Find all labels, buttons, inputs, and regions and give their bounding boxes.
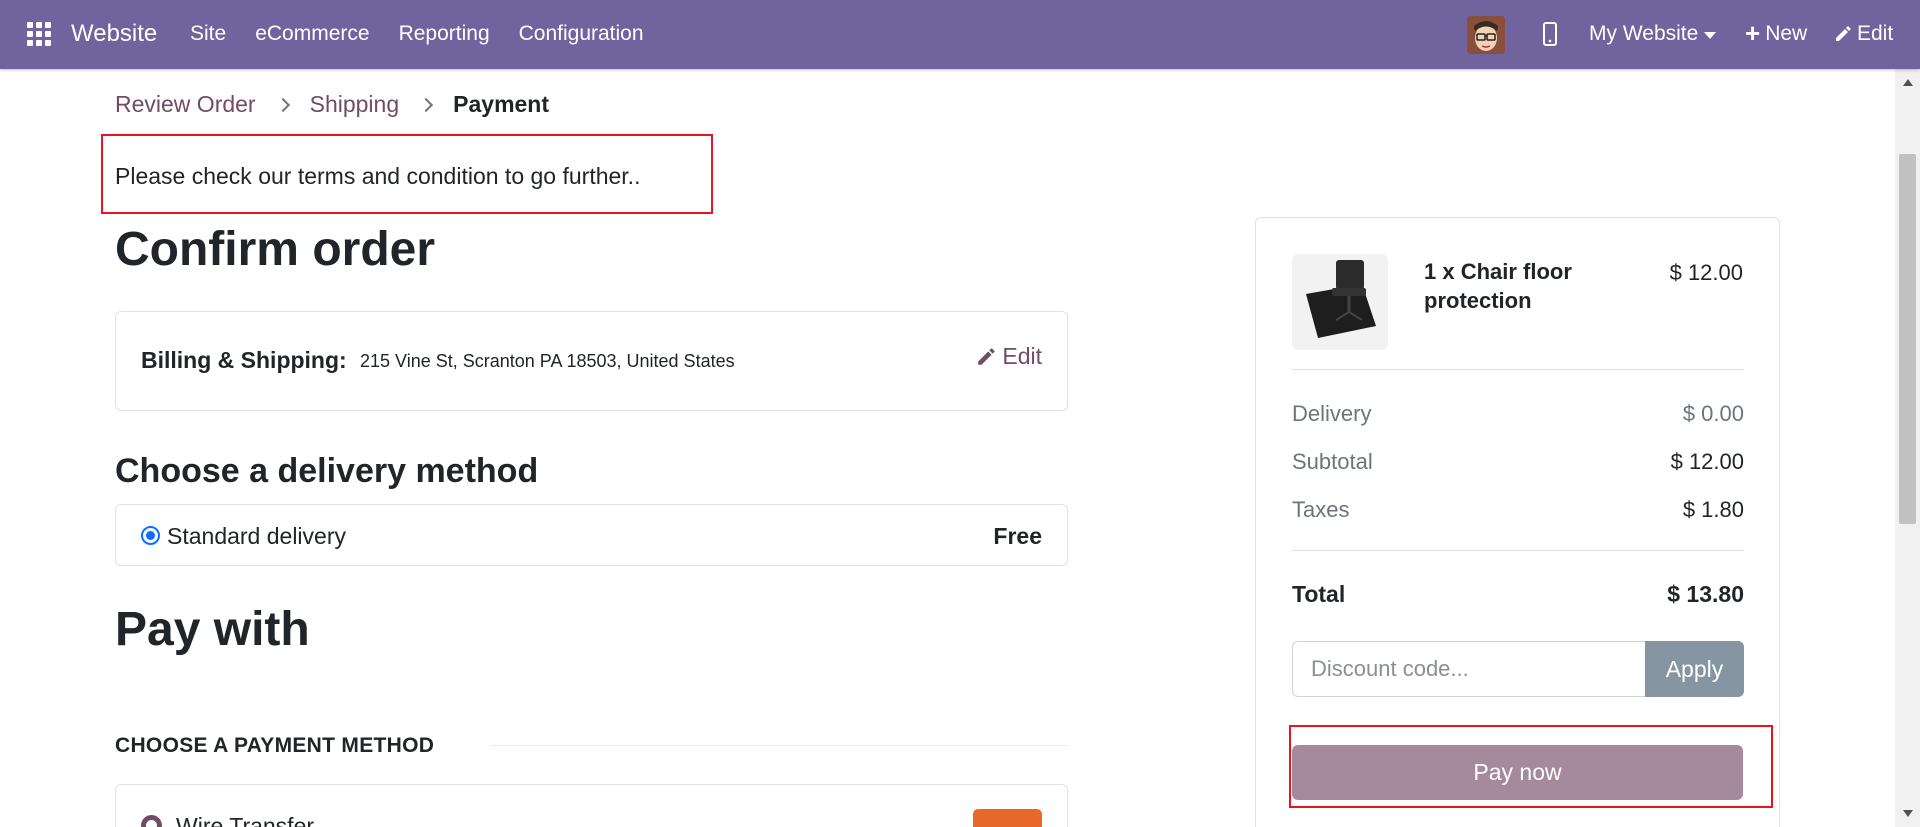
main-menu: Site eCommerce Reporting Configuration xyxy=(190,22,673,46)
delivery-method-option[interactable]: Standard delivery Free xyxy=(115,504,1068,566)
scroll-down-arrow-icon[interactable] xyxy=(1903,810,1913,817)
website-selector-label: My Website xyxy=(1589,22,1699,45)
pencil-icon xyxy=(978,347,995,365)
billing-shipping-card: Billing & Shipping: 215 Vine St, Scranto… xyxy=(115,311,1068,411)
new-button-label: New xyxy=(1765,22,1808,45)
discount-code-input[interactable] xyxy=(1292,641,1645,697)
delivery-method-name: Standard delivery xyxy=(167,523,346,549)
avatar-face-icon xyxy=(1467,16,1505,54)
billing-edit-link[interactable]: Edit xyxy=(976,343,1042,370)
app-brand[interactable]: Website xyxy=(71,20,157,48)
delivery-section-title: Choose a delivery method xyxy=(115,452,539,490)
scroll-thumb[interactable] xyxy=(1899,154,1916,524)
apps-grid-icon[interactable] xyxy=(27,22,51,46)
pay-with-title: Pay with xyxy=(115,603,310,656)
scroll-up-arrow-icon[interactable] xyxy=(1903,79,1913,86)
menu-site[interactable]: Site xyxy=(190,22,226,46)
payment-method-heading: CHOOSE A PAYMENT METHOD xyxy=(115,734,435,757)
checkout-breadcrumb: Review Order Shipping Payment xyxy=(115,91,549,118)
pay-now-button[interactable]: Pay now xyxy=(1292,745,1743,800)
breadcrumb-shipping[interactable]: Shipping xyxy=(310,91,400,118)
page-title: Confirm order xyxy=(115,223,436,276)
breadcrumb-review-order[interactable]: Review Order xyxy=(115,91,256,118)
mobile-preview-icon[interactable] xyxy=(1542,22,1558,46)
menu-configuration[interactable]: Configuration xyxy=(519,22,644,46)
total-row: Total $ 13.80 xyxy=(1292,581,1744,608)
delivery-label: Delivery xyxy=(1292,401,1372,426)
delivery-value: $ 0.00 xyxy=(1682,401,1744,426)
taxes-label: Taxes xyxy=(1292,497,1350,522)
edit-website-label: Edit xyxy=(1857,22,1894,45)
billing-label: Billing & Shipping: xyxy=(141,347,347,373)
payment-method-badge-icon xyxy=(973,809,1042,827)
payment-heading-divider xyxy=(490,745,1068,746)
subtotal-row: Subtotal $ 12.00 xyxy=(1292,449,1744,475)
discount-form: Apply xyxy=(1292,641,1744,697)
summary-divider xyxy=(1292,369,1744,370)
user-avatar[interactable] xyxy=(1467,16,1505,54)
product-name[interactable]: 1 x Chair floor protection xyxy=(1424,257,1614,315)
product-price: $ 12.00 xyxy=(1669,260,1743,285)
total-label: Total xyxy=(1292,581,1346,607)
summary-divider xyxy=(1292,550,1744,551)
product-image xyxy=(1292,254,1388,350)
top-navbar: Website Site eCommerce Reporting Configu… xyxy=(0,0,1920,69)
delivery-radio[interactable] xyxy=(141,526,160,545)
edit-website-button[interactable]: Edit xyxy=(1834,22,1893,46)
subtotal-value: $ 12.00 xyxy=(1670,449,1744,474)
breadcrumb-payment: Payment xyxy=(453,91,550,117)
taxes-row: Taxes $ 1.80 xyxy=(1292,497,1744,523)
delivery-method-price: Free xyxy=(993,523,1042,549)
menu-reporting[interactable]: Reporting xyxy=(399,22,490,46)
delivery-row: Delivery $ 0.00 xyxy=(1292,401,1744,427)
payment-method-option[interactable]: Wire Transfer xyxy=(115,784,1068,827)
billing-edit-label: Edit xyxy=(1002,343,1042,369)
menu-ecommerce[interactable]: eCommerce xyxy=(255,22,369,46)
billing-address: 215 Vine St, Scranton PA 18503, United S… xyxy=(360,351,735,371)
website-selector[interactable]: My Website xyxy=(1589,22,1717,46)
chevron-right-icon xyxy=(275,97,290,112)
terms-warning-text: Please check our terms and condition to … xyxy=(115,163,641,189)
subtotal-label: Subtotal xyxy=(1292,449,1373,474)
plus-icon: + xyxy=(1745,17,1761,48)
pencil-icon xyxy=(1836,26,1851,41)
total-value: $ 13.80 xyxy=(1667,581,1744,607)
chair-mat-image-icon xyxy=(1292,254,1388,350)
apply-discount-button[interactable]: Apply xyxy=(1645,641,1744,697)
taxes-value: $ 1.80 xyxy=(1682,497,1744,522)
chevron-right-icon xyxy=(419,97,434,112)
payment-radio[interactable] xyxy=(141,815,162,827)
page-scrollbar[interactable] xyxy=(1895,69,1920,827)
payment-method-name: Wire Transfer xyxy=(176,813,315,827)
caret-down-icon xyxy=(1704,31,1717,39)
new-button[interactable]: + New xyxy=(1745,17,1808,48)
